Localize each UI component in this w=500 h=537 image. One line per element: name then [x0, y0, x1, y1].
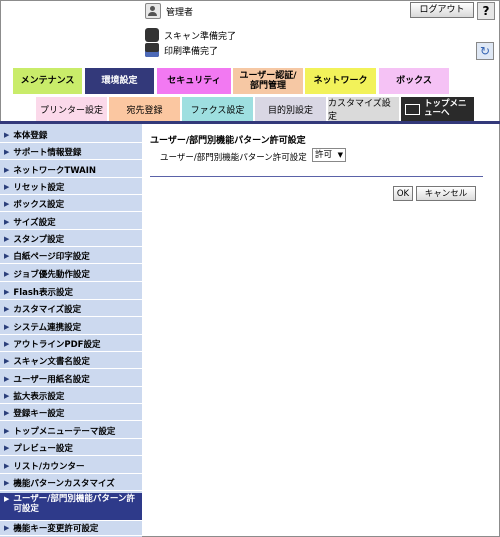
arrow-icon: ▶: [4, 251, 10, 260]
sidebar-item-system-link[interactable]: ▶ システム連携設定: [0, 319, 142, 335]
user-label: 管理者: [166, 7, 194, 18]
sidebar-item-support[interactable]: ▶ サポート情報登録: [0, 144, 142, 160]
scan-status-label: スキャン準備完了: [164, 31, 237, 42]
sidebar-item-counter[interactable]: ▶ リスト/カウンター: [0, 458, 142, 474]
sidebar-item-zoom[interactable]: ▶ 拡大表示設定: [0, 388, 142, 404]
arrow-icon: ▶: [4, 269, 10, 278]
sidebar-item-device[interactable]: ▶ 本体登録: [0, 127, 142, 143]
arrow-icon: ▶: [4, 426, 10, 435]
tab-user-auth[interactable]: ユーザー認証/部門管理: [233, 68, 303, 94]
divider: [150, 176, 483, 177]
arrow-icon: ▶: [4, 130, 10, 139]
chevron-down-icon: ▼: [337, 151, 343, 159]
sidebar-item-function-pattern[interactable]: ▶ 機能パターンカスタマイズ: [0, 475, 142, 491]
arrow-icon: ▶: [4, 523, 10, 532]
permit-field-label: ユーザー/部門別機能パターン許可設定: [160, 153, 307, 163]
arrow-icon: ▶: [4, 287, 10, 296]
arrow-icon: ▶: [4, 356, 10, 365]
arrow-icon: ▶: [4, 217, 10, 226]
sidebar-item-register-key[interactable]: ▶ 登録キー設定: [0, 405, 142, 421]
subtab-purpose[interactable]: 目的別設定: [255, 97, 326, 121]
sidebar-item-user-pattern-permit[interactable]: ▶ ユーザー/部門別機能パターン許可設定: [0, 493, 142, 521]
tab-security[interactable]: セキュリティ: [157, 68, 231, 94]
arrow-icon: ▶: [4, 182, 10, 191]
ok-button[interactable]: OK: [393, 186, 413, 201]
subtab-fax[interactable]: ファクス設定: [182, 97, 253, 121]
arrow-icon: ▶: [4, 391, 10, 400]
subtab-top-menu[interactable]: トップメニューへ: [401, 97, 474, 121]
subtab-printer[interactable]: プリンター設定: [36, 97, 107, 121]
help-button[interactable]: ?: [477, 2, 495, 20]
arrow-icon: ▶: [4, 374, 10, 383]
sidebar-item-scan-doc-name[interactable]: ▶ スキャン文書名設定: [0, 353, 142, 369]
sidebar-item-size[interactable]: ▶ サイズ設定: [0, 214, 142, 230]
sidebar-item-theme[interactable]: ▶ トップメニューテーマ設定: [0, 423, 142, 439]
sidebar-item-box[interactable]: ▶ ボックス設定: [0, 196, 142, 212]
tab-network[interactable]: ネットワーク: [305, 68, 376, 94]
sidebar-item-function-key[interactable]: ▶ 機能キー変更許可設定: [0, 520, 142, 536]
printer-icon: [145, 43, 159, 57]
arrow-icon: ▶: [4, 199, 10, 208]
sidebar-item-paper-name[interactable]: ▶ ユーザー用紙名設定: [0, 371, 142, 387]
permit-select[interactable]: 許可 ▼: [312, 148, 346, 162]
arrow-icon: ▶: [4, 322, 10, 331]
subtab-top-menu-label: トップメニューへ: [424, 99, 467, 118]
tab-environment[interactable]: 環境設定: [85, 68, 154, 94]
arrow-icon: ▶: [4, 165, 10, 174]
arrow-icon: ▶: [4, 443, 10, 452]
arrow-icon: ▶: [4, 495, 10, 503]
sidebar: ▶ 本体登録 ▶ サポート情報登録 ▶ ネットワークTWAIN ▶ リセット設定 ▶ ボッ…: [0, 124, 142, 537]
scan-status: スキャン準備完了: [145, 28, 236, 42]
sidebar-item-customize[interactable]: ▶ カスタマイズ設定: [0, 301, 142, 317]
arrow-icon: ▶: [4, 147, 10, 156]
tab-box[interactable]: ボックス: [379, 68, 449, 94]
arrow-icon: ▶: [4, 304, 10, 313]
user-info: 管理者: [145, 3, 193, 19]
sidebar-item-blank-page[interactable]: ▶ 白紙ページ印字設定: [0, 248, 142, 264]
arrow-icon: ▶: [4, 478, 10, 487]
tab-maintenance[interactable]: メンテナンス: [13, 68, 82, 94]
screen-icon: [405, 103, 420, 115]
sidebar-item-stamp[interactable]: ▶ スタンプ設定: [0, 231, 142, 247]
arrow-icon: ▶: [4, 408, 10, 417]
sidebar-item-reset[interactable]: ▶ リセット設定: [0, 179, 142, 195]
print-status: 印刷準備完了: [145, 43, 218, 57]
permit-select-value: 許可: [315, 150, 333, 160]
subtab-destination[interactable]: 宛先登録: [109, 97, 180, 121]
logout-button[interactable]: ログアウト: [410, 2, 474, 18]
user-icon: [145, 3, 161, 19]
scanner-icon: [145, 28, 159, 42]
print-status-label: 印刷準備完了: [164, 46, 219, 57]
sidebar-item-flash[interactable]: ▶ Flash表示設定: [0, 284, 142, 300]
sidebar-item-network-twain[interactable]: ▶ ネットワークTWAIN: [0, 162, 142, 178]
arrow-icon: ▶: [4, 234, 10, 243]
sidebar-item-preview[interactable]: ▶ プレビュー設定: [0, 440, 142, 456]
sidebar-item-outline-pdf[interactable]: ▶ アウトラインPDF設定: [0, 336, 142, 352]
arrow-icon: ▶: [4, 339, 10, 348]
arrow-icon: ▶: [4, 461, 10, 470]
refresh-button[interactable]: ↻: [476, 42, 494, 60]
subtab-customize[interactable]: カスタマイズ設定: [328, 97, 399, 122]
cancel-button[interactable]: キャンセル: [416, 186, 476, 201]
sidebar-item-job-priority[interactable]: ▶ ジョブ優先動作設定: [0, 266, 142, 282]
page-title: ユーザー/部門別機能パターン許可設定: [150, 136, 306, 146]
